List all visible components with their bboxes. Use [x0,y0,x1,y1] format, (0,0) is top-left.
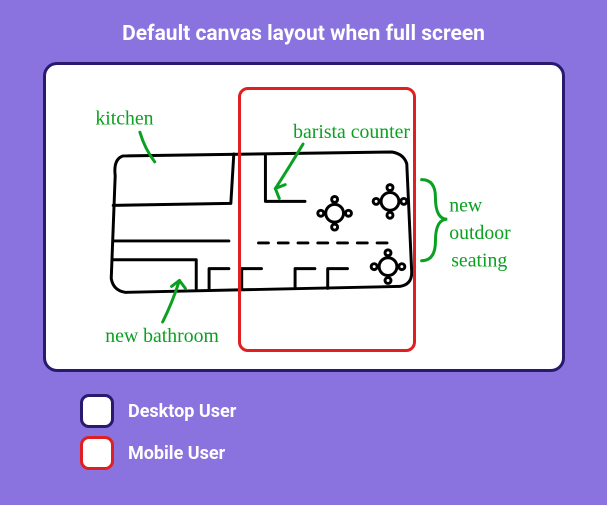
annotation-outdoor-2: outdoor [449,222,511,244]
legend-row-desktop: Desktop User [80,394,565,428]
legend-row-mobile: Mobile User [80,436,565,470]
annotation-outdoor-1: new [449,194,483,216]
legend-swatch-mobile [80,436,114,470]
legend-swatch-desktop [80,394,114,428]
annotation-outdoor-3: seating [451,250,507,272]
diagram-title: Default canvas layout when full screen [42,22,565,46]
legend-label-mobile: Mobile User [128,443,225,464]
legend-label-desktop: Desktop User [128,401,236,422]
mobile-viewport-frame [238,87,416,352]
desktop-viewport-frame: kitchen barista counter new bathroom new… [43,62,565,372]
annotation-kitchen: kitchen [95,107,153,129]
annotation-bathroom: new bathroom [105,325,219,347]
legend: Desktop User Mobile User [80,394,565,470]
